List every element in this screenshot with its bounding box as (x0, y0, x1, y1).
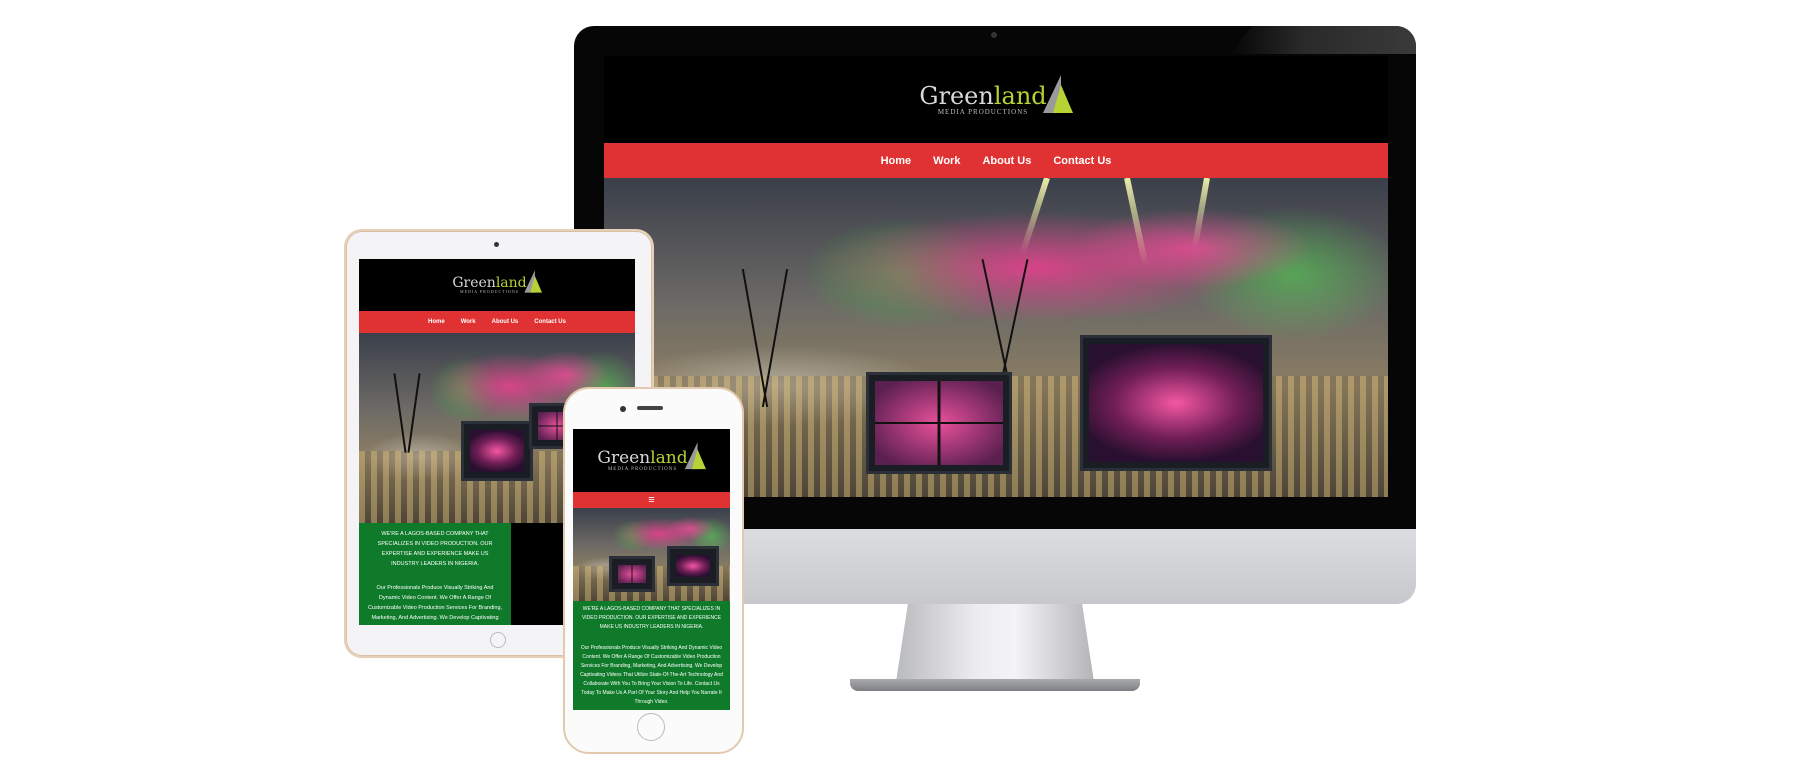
site-header: Greenland MEDIA PRODUCTIONS (573, 429, 730, 492)
nav-contact-us[interactable]: Contact Us (1053, 155, 1111, 167)
brand-logo[interactable]: Greenland MEDIA PRODUCTIONS (452, 270, 542, 295)
production-monitor (667, 546, 719, 586)
camera-tripod (407, 373, 421, 453)
stage-light (1019, 178, 1050, 256)
intro-body: Our Professionals Produce Visually Strik… (367, 585, 503, 621)
imac-glare (1230, 26, 1416, 54)
brand-logo[interactable]: Greenland MEDIA PRODUCTIONS (597, 442, 706, 472)
hero-event-photo (573, 508, 730, 601)
sail-logo-icon (1042, 74, 1073, 113)
brand-name: Greenland (919, 81, 1047, 110)
camera-tripod (393, 373, 407, 453)
site-header: Greenland MEDIA PRODUCTIONS (604, 56, 1388, 143)
sail-logo-icon (684, 442, 706, 470)
intro-headline: WE'RE A LAGOS-BASED COMPANY THAT SPECIAL… (581, 606, 722, 630)
brand-tagline: MEDIA PRODUCTIONS (460, 289, 519, 294)
main-nav: Home Work About Us Contact Us (604, 143, 1388, 178)
sail-logo-icon (523, 270, 542, 293)
nav-contact-us[interactable]: Contact Us (534, 319, 566, 325)
nav-work[interactable]: Work (933, 155, 960, 167)
production-monitor (461, 421, 533, 481)
imac-stand (896, 604, 1094, 682)
brand-tagline: MEDIA PRODUCTIONS (607, 466, 678, 472)
nav-about-us[interactable]: About Us (492, 319, 519, 325)
ipad-home-button[interactable] (490, 632, 506, 648)
stage-light (1124, 178, 1149, 267)
brand-logo[interactable]: Greenland MEDIA PRODUCTIONS (919, 74, 1073, 117)
intro-section: WE'RE A LAGOS-BASED COMPANY THAT SPECIAL… (359, 523, 511, 625)
site-header: Greenland MEDIA PRODUCTIONS (359, 259, 635, 311)
hamburger-menu-icon[interactable]: ≡ (573, 492, 730, 508)
iphone-home-button[interactable] (637, 713, 665, 741)
production-monitor (1080, 335, 1272, 471)
intro-headline: WE'RE A LAGOS-BASED COMPANY THAT SPECIAL… (377, 531, 493, 567)
imac-camera (991, 32, 997, 38)
intro-section: WE'RE A LAGOS-BASED COMPANY THAT SPECIAL… (573, 601, 730, 710)
mobile-screen: Greenland MEDIA PRODUCTIONS ≡ WE'RE A LA… (573, 429, 730, 710)
nav-home[interactable]: Home (428, 319, 445, 325)
main-nav: Home Work About Us Contact Us (359, 311, 635, 333)
nav-work[interactable]: Work (461, 319, 476, 325)
imac-foot (850, 679, 1140, 691)
iphone-camera (620, 406, 626, 412)
camera-tripod (1001, 259, 1029, 377)
production-monitor (609, 556, 655, 592)
brand-name: Greenland (452, 275, 527, 291)
nav-about-us[interactable]: About Us (982, 155, 1031, 167)
brand-name: Greenland (597, 447, 688, 468)
iphone-speaker (637, 406, 663, 410)
stage-light (1191, 178, 1210, 248)
production-monitor (866, 372, 1012, 474)
ipad-camera (494, 242, 499, 247)
brand-tagline: MEDIA PRODUCTIONS (937, 107, 1029, 116)
nav-home[interactable]: Home (881, 155, 912, 167)
intro-body: Our Professionals Produce Visually Strik… (580, 645, 723, 705)
